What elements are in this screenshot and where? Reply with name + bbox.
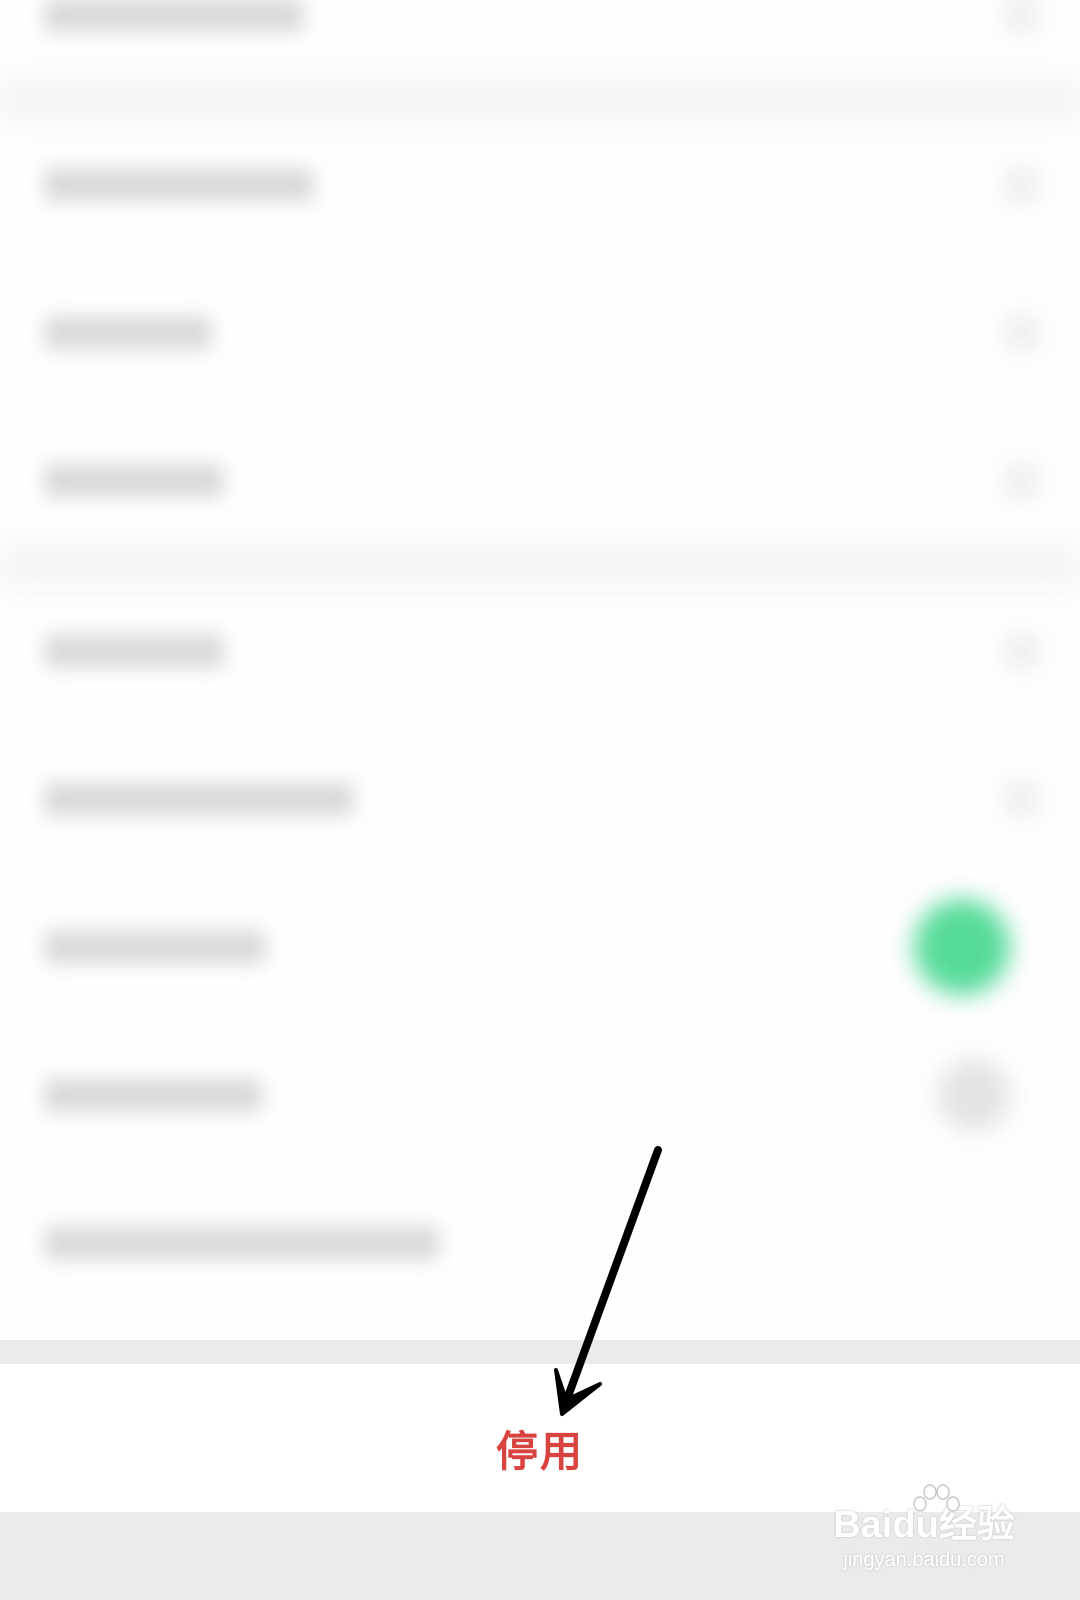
settings-row-6-label bbox=[44, 782, 354, 816]
settings-row-1-label bbox=[44, 0, 304, 32]
disable-label: 停用 bbox=[495, 1426, 584, 1476]
settings-row-1[interactable] bbox=[0, 0, 1080, 90]
toggle-switch-off[interactable] bbox=[938, 1059, 1010, 1131]
chevron-right-icon bbox=[1004, 315, 1040, 351]
settings-row-5[interactable] bbox=[0, 576, 1080, 726]
baidu-paw-icon bbox=[913, 1484, 960, 1512]
settings-row-3[interactable] bbox=[0, 258, 1080, 408]
toggle-switch-on[interactable] bbox=[914, 899, 1010, 995]
chevron-right-icon bbox=[1004, 633, 1040, 669]
chevron-right-icon bbox=[1004, 463, 1040, 499]
watermark: Baidu经验 jingyan.baidu.com bbox=[824, 1482, 1024, 1578]
watermark-url: jingyan.baidu.com bbox=[843, 1549, 1005, 1571]
settings-row-2[interactable] bbox=[0, 110, 1080, 260]
settings-list bbox=[0, 0, 1080, 1340]
settings-row-6[interactable] bbox=[0, 724, 1080, 874]
chevron-right-icon bbox=[1004, 0, 1040, 33]
settings-row-3-label bbox=[44, 316, 212, 350]
settings-row-5-label bbox=[44, 634, 224, 668]
chevron-right-icon bbox=[1004, 167, 1040, 203]
settings-row-8[interactable] bbox=[0, 1020, 1080, 1170]
settings-row-7[interactable] bbox=[0, 872, 1080, 1022]
settings-row-4-label bbox=[44, 464, 224, 498]
chevron-right-icon bbox=[1004, 781, 1040, 817]
settings-row-8-label bbox=[44, 1078, 262, 1112]
settings-row-9-label bbox=[44, 1226, 439, 1260]
bottom-separator bbox=[0, 1340, 1080, 1364]
settings-row-7-label bbox=[44, 930, 266, 964]
settings-row-9[interactable] bbox=[0, 1168, 1080, 1318]
settings-row-2-label bbox=[44, 168, 314, 202]
settings-row-4[interactable] bbox=[0, 406, 1080, 556]
